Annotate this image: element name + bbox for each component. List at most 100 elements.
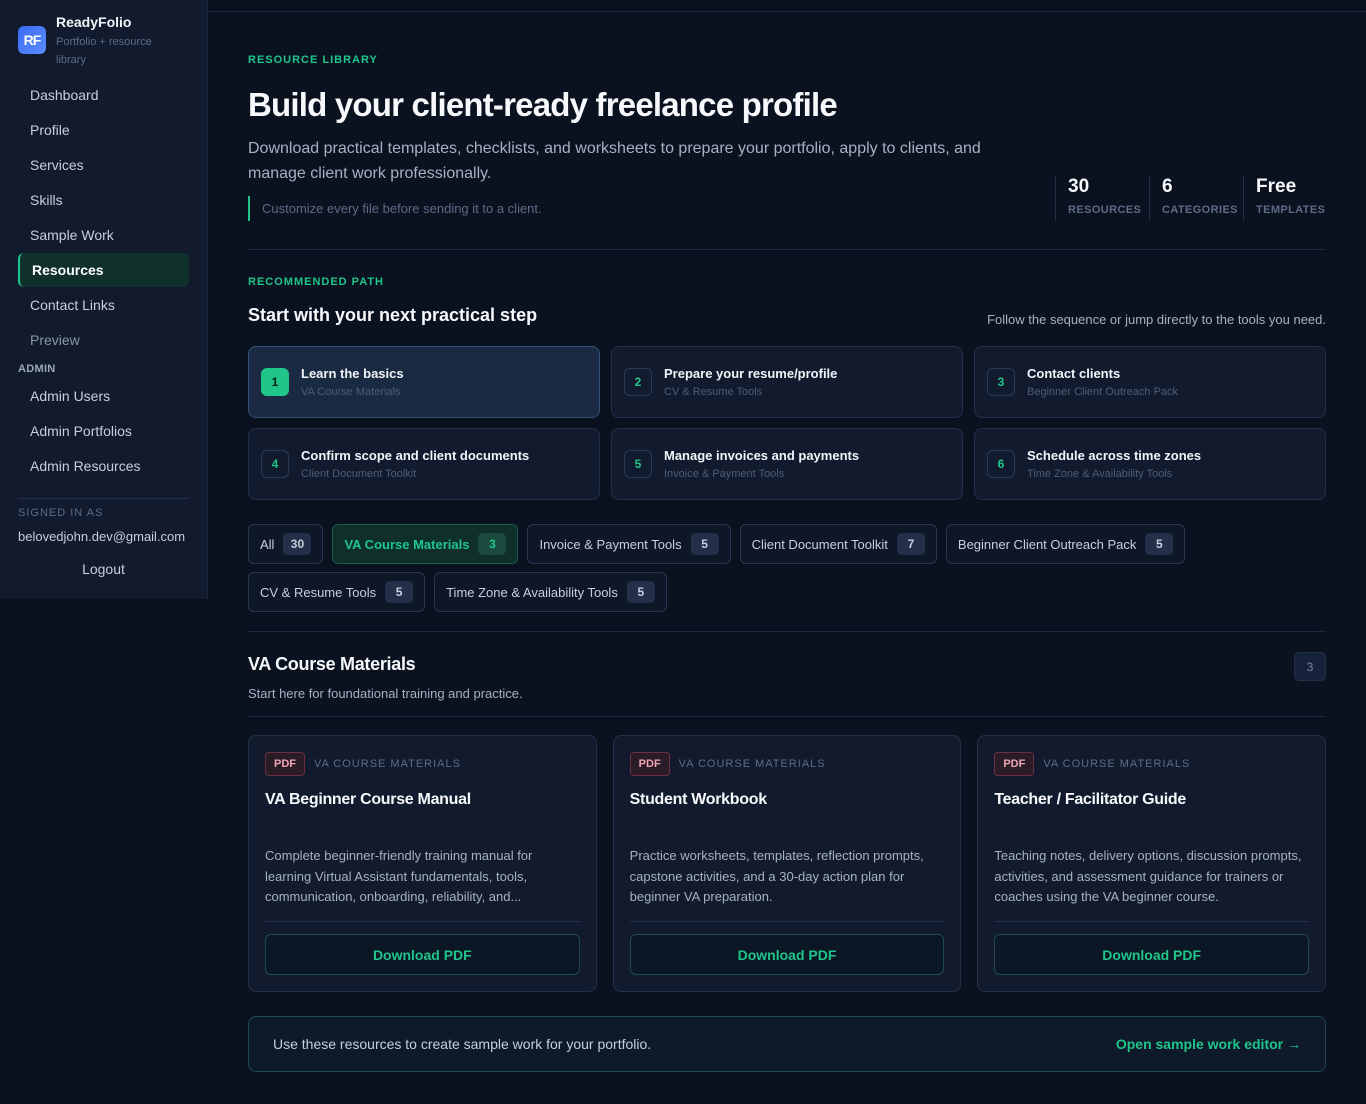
step-title: Confirm scope and client documents [301,448,530,463]
step-subtitle: Beginner Client Outreach Pack [1027,386,1179,398]
file-type-badge: PDF [265,752,305,776]
callout-text: Use these resources to create sample wor… [273,1036,652,1052]
download-pdf-button[interactable]: Download PDF [265,934,580,975]
open-sample-work-editor-link[interactable]: Open sample work editor → [1116,1036,1301,1052]
card-title: Student Workbook [629,791,767,808]
filter-label: Time Zone & Availability Tools [446,584,618,600]
download-pdf-button[interactable]: Download PDF [994,934,1310,975]
sidebar-item-preview[interactable]: Preview [18,323,189,357]
card-category: VA COURSE MATERIALS [314,758,461,770]
filter-chip-all[interactable]: All 30 [248,524,324,564]
sidebar: RF ReadyFolio Portfolio + resource libra… [0,0,208,599]
filter-label: Beginner Client Outreach Pack [957,536,1137,552]
recommended-hint: Follow the sequence or jump directly to … [987,312,1326,327]
brand-subtitle: Portfolio + resource library [56,36,152,66]
stat-value: 6 [1162,176,1173,197]
step-number: 2 [624,368,652,396]
step-subtitle: CV & Resume Tools [664,386,763,398]
step-card-confirm-scope[interactable]: 4 Confirm scope and client documents Cli… [248,428,600,500]
sidebar-item-admin-resources[interactable]: Admin Resources [18,449,189,483]
step-card-schedule-time-zones[interactable]: 6 Schedule across time zones Time Zone &… [974,428,1326,500]
sidebar-item-sample-work[interactable]: Sample Work [18,218,189,252]
brand-logo: RF [18,26,46,54]
step-number: 1 [261,368,289,396]
step-card-contact-clients[interactable]: 3 Contact clients Beginner Client Outrea… [974,346,1326,418]
filter-chip-client-outreach[interactable]: Beginner Client Outreach Pack 5 [945,524,1186,564]
sidebar-item-resources[interactable]: Resources [18,253,189,287]
step-number: 5 [624,450,652,478]
sidebar-item-admin-users[interactable]: Admin Users [18,379,189,413]
sidebar-item-services[interactable]: Services [18,148,189,182]
steps-grid: 1 Learn the basics VA Course Materials 2… [248,346,1326,500]
logout-button[interactable]: Logout [18,561,189,577]
step-subtitle: VA Course Materials [301,386,401,398]
page-title: Build your client-ready freelance profil… [248,86,838,123]
filter-count: 3 [478,533,507,555]
hero-eyebrow: RESOURCE LIBRARY [248,54,378,66]
card-category: VA COURSE MATERIALS [678,758,826,770]
filter-chip-invoice-payment[interactable]: Invoice & Payment Tools 5 [527,524,731,564]
filter-label: VA Course Materials [344,536,470,552]
section-divider [248,631,1326,632]
top-border [208,11,1366,12]
filter-chip-time-zone[interactable]: Time Zone & Availability Tools 5 [434,572,667,612]
stat-value: 30 [1068,176,1090,197]
filter-count: 7 [896,533,925,555]
download-pdf-button[interactable]: Download PDF [629,934,945,975]
step-title: Schedule across time zones [1027,448,1202,463]
recommended-eyebrow: RECOMMENDED PATH [248,276,384,288]
stat-templates: Free TEMPLATES [1243,176,1326,220]
sidebar-item-skills[interactable]: Skills [18,183,189,217]
filter-count: 5 [1145,533,1174,555]
step-card-prepare-resume[interactable]: 2 Prepare your resume/profile CV & Resum… [611,346,963,418]
sidebar-item-dashboard[interactable]: Dashboard [18,78,189,112]
card-description: Teaching notes, delivery options, discus… [994,848,1302,904]
admin-section-heading: ADMIN [18,363,56,375]
hero-description: Download practical templates, checklists… [248,140,981,182]
section-divider [248,249,1326,250]
stat-value: Free [1256,176,1297,197]
brand[interactable]: RF ReadyFolio Portfolio + resource libra… [18,12,166,69]
stat-label: TEMPLATES [1256,204,1326,216]
recommended-title: Start with your next practical step [248,305,538,325]
stats-row: 30 RESOURCES 6 CATEGORIES Free TEMPLATES [1055,176,1326,220]
signed-in-email: belovedjohn.dev@gmail.com [18,529,186,544]
file-type-badge: PDF [629,752,670,776]
filter-label: All [260,536,275,552]
filter-chip-cv-resume[interactable]: CV & Resume Tools 5 [248,572,426,612]
hero-note: Customize every file before sending it t… [248,196,542,221]
step-card-learn-basics[interactable]: 1 Learn the basics VA Course Materials [248,346,600,418]
filter-chip-va-course-materials[interactable]: VA Course Materials 3 [332,524,519,564]
section-count-badge: 3 [1294,652,1326,681]
filter-label: Invoice & Payment Tools [539,536,682,552]
card-divider [994,921,1310,922]
filter-count: 5 [626,581,655,603]
step-number: 3 [987,368,1015,396]
sidebar-item-admin-portfolios[interactable]: Admin Portfolios [18,414,189,448]
card-divider [265,921,580,922]
sidebar-item-contact-links[interactable]: Contact Links [18,288,189,322]
resource-card: PDF VA COURSE MATERIALS Student Workbook… [612,735,962,992]
card-category: VA COURSE MATERIALS [1043,758,1191,770]
filter-count: 5 [385,581,414,603]
sidebar-item-profile[interactable]: Profile [18,113,189,147]
step-card-manage-invoices[interactable]: 5 Manage invoices and payments Invoice &… [611,428,963,500]
resource-card: PDF VA COURSE MATERIALS Teacher / Facili… [977,735,1327,992]
filter-count: 30 [283,533,312,555]
signed-in-label: SIGNED IN AS [18,507,104,519]
stat-label: CATEGORIES [1162,204,1238,216]
step-subtitle: Time Zone & Availability Tools [1027,468,1173,480]
brand-name: ReadyFolio [56,14,132,30]
section-divider [248,716,1326,717]
step-number: 6 [987,450,1015,478]
stat-categories: 6 CATEGORIES [1149,176,1243,220]
category-filters: All 30 VA Course Materials 3 Invoice & P… [248,524,1326,612]
filter-chip-client-document[interactable]: Client Document Toolkit 7 [739,524,937,564]
stat-label: RESOURCES [1068,204,1142,216]
sample-work-callout: Use these resources to create sample wor… [248,1016,1326,1072]
card-title: Teacher / Facilitator Guide [994,791,1187,808]
sidebar-divider [18,498,189,499]
file-type-badge: PDF [994,752,1035,776]
step-title: Contact clients [1027,366,1121,381]
card-description: Practice worksheets, templates, reflecti… [629,848,924,904]
